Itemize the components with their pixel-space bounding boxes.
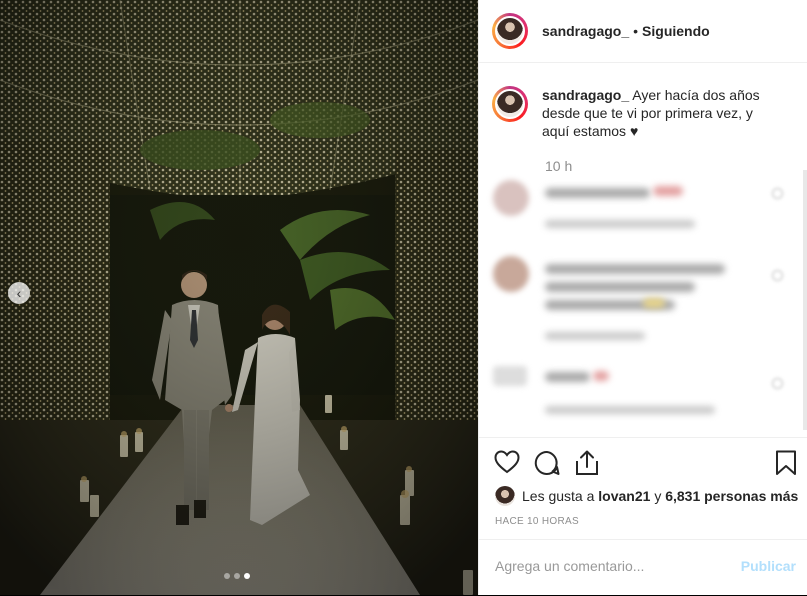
caption-username[interactable]: sandragago_ xyxy=(542,87,629,103)
likes-summary[interactable]: Les gusta a lovan21 y 6,831 personas más xyxy=(495,486,798,506)
post-header: sandragago_ • Siguiendo xyxy=(479,0,807,63)
publish-button[interactable]: Publicar xyxy=(741,558,796,574)
add-comment-bar: Publicar xyxy=(479,539,807,596)
blurred-text xyxy=(545,372,590,382)
likes-prefix: Les gusta a xyxy=(522,488,595,504)
blurred-meta xyxy=(545,332,645,340)
liker-username[interactable]: lovan21 xyxy=(598,488,650,504)
header-username[interactable]: sandragago_ xyxy=(542,23,629,39)
comment-avatar xyxy=(493,256,529,292)
heart-icon[interactable] xyxy=(772,188,783,199)
blurred-emoji xyxy=(653,186,683,196)
comment-avatar xyxy=(493,180,529,216)
caption-time: 10 h xyxy=(545,158,573,174)
comment-avatar xyxy=(493,366,527,386)
chevron-left-icon: ‹ xyxy=(16,285,22,301)
comments-scrollbar[interactable] xyxy=(803,170,807,430)
likes-middle: y xyxy=(654,488,662,504)
comment-item-blurred xyxy=(493,256,793,346)
post-photo[interactable]: ‹ xyxy=(0,0,478,595)
carousel-prev-button[interactable]: ‹ xyxy=(8,282,30,304)
comment-input[interactable] xyxy=(495,558,735,574)
post-timestamp[interactable]: HACE 10 HORAS xyxy=(495,516,579,527)
likes-count[interactable]: 6,831 personas más xyxy=(665,488,798,504)
share-icon[interactable] xyxy=(575,449,599,476)
heart-icon[interactable] xyxy=(772,270,783,281)
caption-avatar[interactable] xyxy=(492,86,528,122)
heart-icon[interactable] xyxy=(494,450,520,474)
comment-icon[interactable] xyxy=(534,450,560,476)
caption: sandragago_ Ayer hacía dos años desde qu… xyxy=(492,86,782,140)
carousel-dot xyxy=(234,573,240,579)
blurred-text xyxy=(545,264,725,274)
blurred-emoji xyxy=(593,371,609,381)
following-button[interactable]: Siguiendo xyxy=(642,23,710,39)
wedding-photo-illustration xyxy=(0,0,478,595)
heart-icon[interactable] xyxy=(772,378,783,389)
liker-avatar xyxy=(495,486,515,506)
blurred-meta xyxy=(545,220,695,228)
caption-text: sandragago_ Ayer hacía dos años desde qu… xyxy=(542,86,782,140)
carousel-dot xyxy=(224,573,230,579)
comment-item-blurred xyxy=(493,178,793,238)
blurred-text xyxy=(545,188,650,198)
post-side-panel: sandragago_ • Siguiendo sandragago_ Ayer… xyxy=(478,0,807,595)
avatar xyxy=(495,89,525,119)
comment-item-blurred xyxy=(493,366,793,422)
header-separator: • xyxy=(633,23,639,39)
blurred-emoji xyxy=(643,298,665,308)
carousel-indicator xyxy=(224,573,250,579)
header-avatar[interactable] xyxy=(492,13,528,49)
blurred-meta xyxy=(545,406,715,414)
bookmark-icon[interactable] xyxy=(775,450,797,476)
carousel-dot-active xyxy=(244,573,250,579)
blurred-text xyxy=(545,282,695,292)
avatar xyxy=(495,16,525,46)
